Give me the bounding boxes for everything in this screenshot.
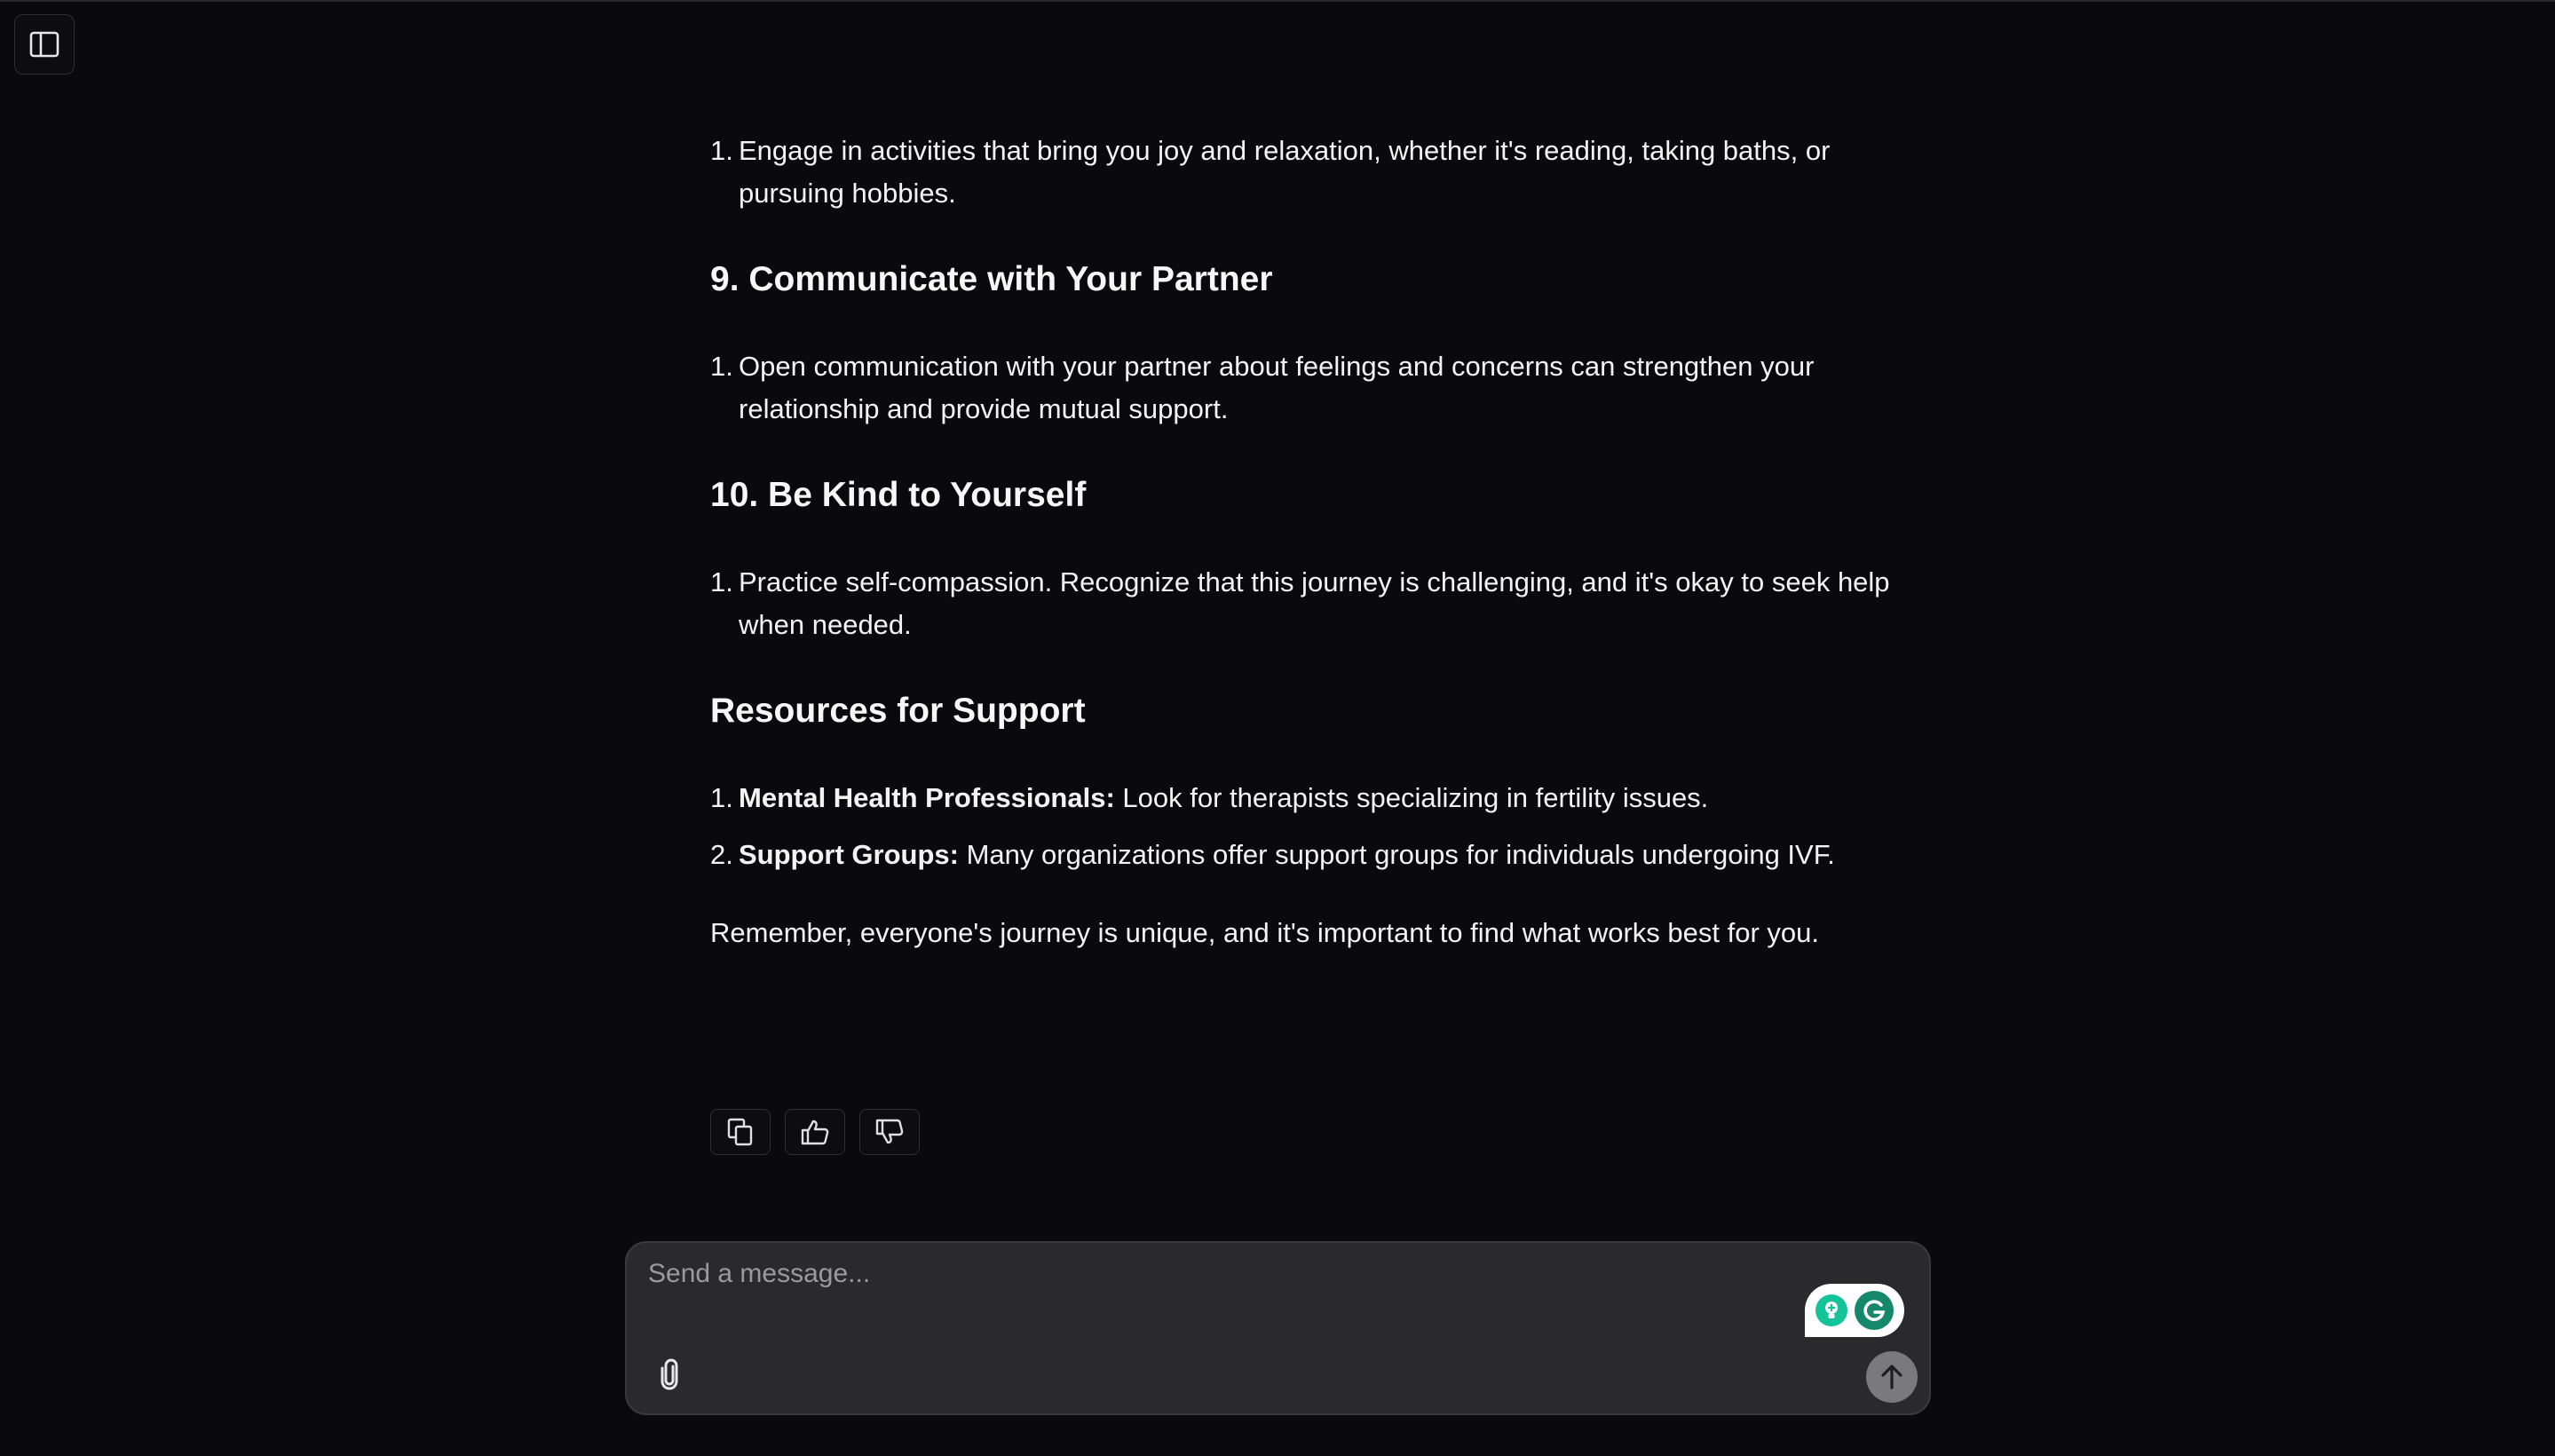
list-body: Many organizations offer support groups … — [958, 839, 1835, 870]
message-actions — [710, 1109, 920, 1155]
list-item: 1. Engage in activities that bring you j… — [710, 130, 1926, 215]
copy-icon — [727, 1118, 753, 1146]
list-number: 1. — [710, 351, 733, 382]
list-item: 2. Support Groups: Many organizations of… — [710, 834, 1926, 876]
list-item: 1. Open communication with your partner … — [710, 345, 1926, 431]
section-heading: Resources for Support — [710, 692, 1086, 730]
sidebar-panel-icon — [29, 31, 59, 58]
list-body: Look for therapists specializing in fert… — [1114, 782, 1709, 813]
list-text: Engage in activities that bring you joy … — [739, 135, 1831, 209]
copy-button[interactable] — [710, 1109, 771, 1155]
lightbulb-icon[interactable] — [1815, 1294, 1847, 1326]
list-text: Support Groups: Many organizations offer… — [739, 834, 1926, 876]
list-text: Practice self-compassion. Recognize that… — [739, 566, 1890, 640]
grammarly-logo-icon[interactable] — [1855, 1291, 1894, 1330]
attach-button[interactable] — [650, 1355, 689, 1394]
thumbs-down-button[interactable] — [859, 1109, 920, 1155]
list-bold-label: Mental Health Professionals: — [739, 782, 1115, 813]
closing-paragraph: Remember, everyone's journey is unique, … — [710, 917, 1820, 948]
list-bold-label: Support Groups: — [739, 839, 959, 870]
list-number: 2. — [710, 839, 733, 870]
thumbs-up-button[interactable] — [785, 1109, 845, 1155]
list-item: 1. Practice self-compassion. Recognize t… — [710, 561, 1926, 646]
list-item: 1. Mental Health Professionals: Look for… — [710, 777, 1926, 819]
message-composer — [625, 1241, 1931, 1415]
sidebar-toggle-button[interactable] — [14, 14, 75, 75]
list-number: 1. — [710, 135, 733, 166]
send-button[interactable] — [1866, 1351, 1918, 1403]
thumbs-down-icon — [875, 1119, 904, 1144]
paperclip-icon — [661, 1358, 678, 1390]
section-heading: 9. Communicate with Your Partner — [710, 260, 1273, 298]
thumbs-up-icon — [801, 1120, 829, 1145]
arrow-up-icon — [1881, 1365, 1902, 1389]
list-number: 1. — [710, 566, 733, 597]
assistant-message: 1. Engage in activities that bring you j… — [710, 126, 1926, 954]
list-text: Mental Health Professionals: Look for th… — [739, 777, 1926, 819]
list-number: 1. — [710, 782, 733, 813]
section-heading: 10. Be Kind to Yourself — [710, 476, 1087, 514]
message-input[interactable] — [648, 1259, 1802, 1312]
list-text: Open communication with your partner abo… — [739, 351, 1815, 424]
grammarly-widget[interactable] — [1805, 1284, 1904, 1337]
